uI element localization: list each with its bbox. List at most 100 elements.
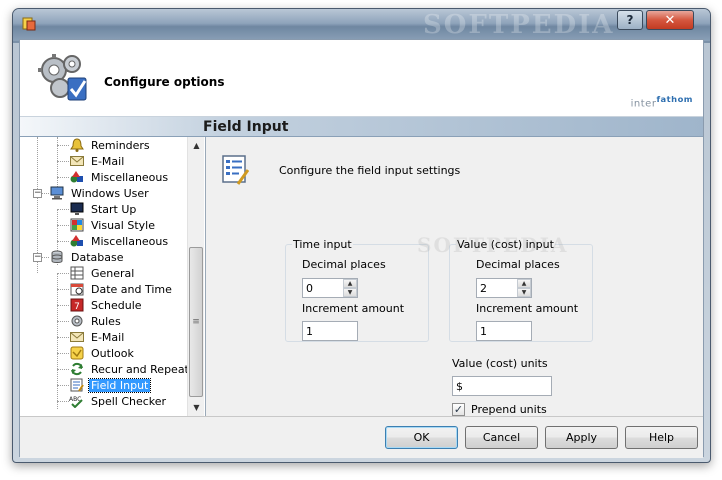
tree-scrollbar[interactable]: ▲ ≡ ▼ [187,137,204,416]
tree-item-reminders[interactable]: Reminders [69,137,152,153]
tree-connector [57,353,69,354]
units-label: Value (cost) units [452,357,548,370]
time-increment-field[interactable]: 1 [302,321,358,341]
spin-up-icon[interactable]: ▲ [517,279,531,288]
envelope-icon [69,153,85,169]
schedule-icon: 7 [69,297,85,313]
help-title-button[interactable]: ? [617,10,643,30]
tree-item-label: Start Up [91,202,137,216]
value-decimal-label: Decimal places [476,258,560,271]
tree-item-general[interactable]: General [69,265,136,281]
section-header: Field Input [20,117,703,137]
close-button[interactable]: ✕ [646,10,694,30]
time-decimal-spinner[interactable]: 0 ▲ ▼ [302,278,358,298]
tree-item-miscellaneous[interactable]: Miscellaneous [69,233,170,249]
value-increment-field[interactable]: 1 [476,321,532,341]
shapes-icon [69,233,85,249]
tree-item-label: Visual Style [91,218,155,232]
tree-item-schedule[interactable]: 7 Schedule [69,297,144,313]
outlook-icon [69,345,85,361]
scroll-thumb[interactable]: ≡ [189,247,203,397]
spin-down-icon[interactable]: ▼ [517,288,531,297]
computer-icon [49,185,65,201]
ok-button[interactable]: OK [385,426,458,449]
tree-item-recur-and-repeat[interactable]: Recur and Repeat [69,361,191,377]
brand-fathom: fathom [656,94,693,104]
form-icon [69,377,85,393]
spellcheck-icon: ABC [69,393,85,409]
tree-item-field-input[interactable]: Field Input [69,377,152,393]
time-decimal-value: 0 [306,282,313,295]
form-settings-icon [222,155,249,185]
tree-connector [57,273,69,274]
recur-icon [69,361,85,377]
tree-connector [57,321,69,322]
tree-item-outlook[interactable]: Outlook [69,345,136,361]
tree-connector [57,273,58,409]
spin-up-icon[interactable]: ▲ [343,279,357,288]
configure-options-window: SOFTPEDIA ? ✕ Configure options interfat… [12,8,711,463]
gears-check-icon [38,54,87,101]
value-increment-value: 1 [480,325,487,338]
tree-item-label: Database [71,250,124,264]
value-input-group: Value (cost) input Decimal places 2 ▲ ▼ … [449,238,593,342]
softpedia-watermark: SOFTPEDIA [417,233,569,257]
tree-connector [57,241,69,242]
time-input-group: Time input Decimal places 0 ▲ ▼ Incremen… [285,238,429,342]
tree-connector [57,289,69,290]
title-bar[interactable]: SOFTPEDIA ? ✕ [13,9,710,41]
units-value: $ [456,380,463,393]
tree-connector [57,385,69,386]
tree-item-miscellaneous[interactable]: Miscellaneous [69,169,170,185]
tree-connector [57,225,69,226]
value-decimal-value: 2 [480,282,487,295]
envelope-icon [69,329,85,345]
database-icon [49,249,65,265]
dialog-client-area: Configure options interfathom Field Inpu… [19,39,705,458]
value-decimal-spinner[interactable]: 2 ▲ ▼ [476,278,532,298]
collapse-windows-user[interactable]: − [33,189,42,198]
panel-description: Configure the field input settings [279,164,461,177]
scroll-up-button[interactable]: ▲ [188,137,205,154]
help-button[interactable]: Help [625,426,698,449]
tree-item-label: General [91,266,135,280]
dialog-footer: OK Cancel Apply Help [20,416,703,458]
tree-item-label: Windows User [71,186,149,200]
brand-logo: interfathom [631,94,693,109]
units-field[interactable]: $ [452,376,552,396]
tree-item-label: Field Input [87,377,152,393]
options-tree[interactable]: − − Reminders E-Mail Miscellaneous Windo… [20,137,206,416]
tree-connector [57,161,69,162]
dialog-header: Configure options interfathom [20,40,703,117]
tree-item-label: Spell Checker [91,394,167,408]
tree-item-email[interactable]: E-Mail [69,153,126,169]
section-title: Field Input [203,119,289,135]
palette-icon [69,217,85,233]
tree-item-rules[interactable]: Rules [69,313,123,329]
tree-item-database[interactable]: Database [49,249,126,265]
tree-item-date-and-time[interactable]: Date and Time [69,281,174,297]
prepend-units-checkbox[interactable]: ✓ [452,403,465,416]
apply-button[interactable]: Apply [545,426,618,449]
tree-item-label: E-Mail [91,330,125,344]
cancel-button[interactable]: Cancel [465,426,538,449]
tree-item-label: Outlook [91,346,134,360]
tree-item-start-up[interactable]: Start Up [69,201,138,217]
tree-connector [57,145,69,146]
tree-item-email[interactable]: E-Mail [69,329,126,345]
tree-item-label: Reminders [91,138,150,152]
rules-icon [69,313,85,329]
tree-connector [57,177,69,178]
tree-item-label: Schedule [91,298,142,312]
time-increment-label: Increment amount [302,302,405,315]
time-input-label: Time input [292,238,353,251]
scroll-down-button[interactable]: ▼ [188,399,205,416]
collapse-database[interactable]: − [33,253,42,262]
value-increment-label: Increment amount [476,302,579,315]
field-input-panel: Configure the field input settings Time … [207,137,705,416]
spin-down-icon[interactable]: ▼ [343,288,357,297]
tree-item-visual-style[interactable]: Visual Style [69,217,157,233]
tree-item-spell-checker[interactable]: ABC Spell Checker [69,393,168,409]
monitor-icon [69,201,85,217]
tree-item-windows-user[interactable]: Windows User [49,185,151,201]
